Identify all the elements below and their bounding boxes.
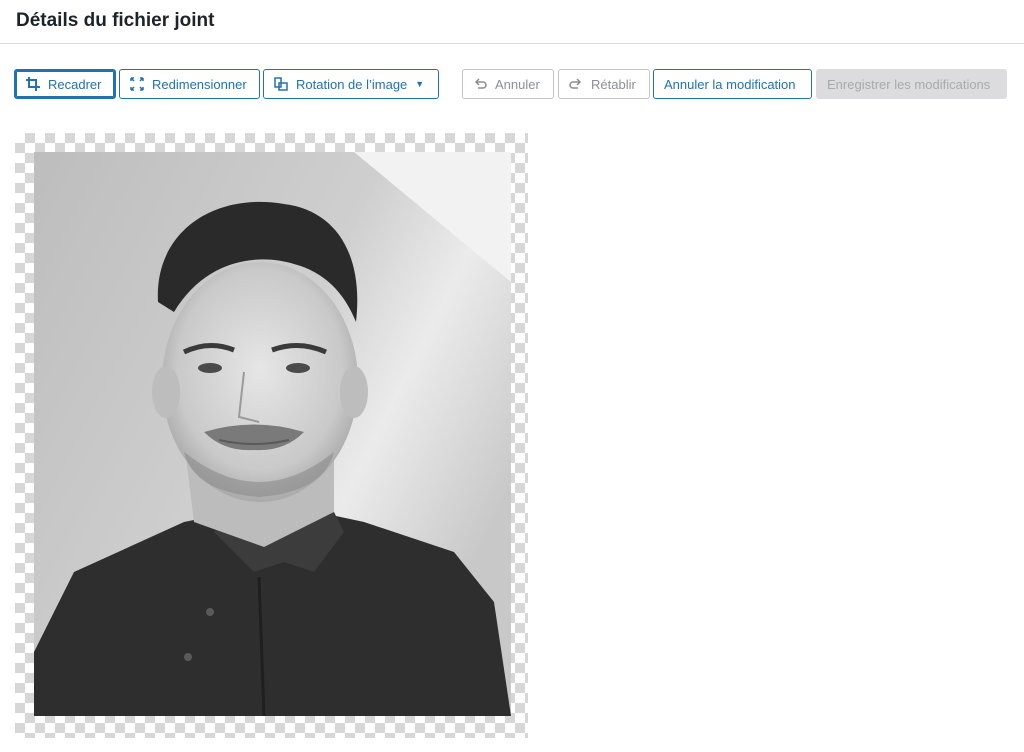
image-canvas[interactable] [15, 133, 528, 738]
page-title: Détails du fichier joint [16, 10, 215, 31]
save-changes-button[interactable]: Enregistrer les modifications [816, 69, 1007, 99]
redo-button[interactable]: Rétablir [558, 69, 650, 99]
resize-button[interactable]: Redimensionner [119, 69, 260, 99]
page-header: Détails du fichier joint [0, 0, 1024, 44]
resize-icon [130, 77, 144, 91]
resize-button-label: Redimensionner [152, 76, 247, 92]
crop-icon [26, 77, 40, 91]
rotate-icon [274, 77, 288, 91]
save-changes-button-label: Enregistrer les modifications [827, 76, 991, 92]
redo-icon [569, 77, 583, 91]
rotate-image-button[interactable]: Rotation de l’image ▼ [263, 69, 439, 99]
redo-button-label: Rétablir [591, 76, 636, 92]
undo-button-label: Annuler [495, 76, 540, 92]
crop-button[interactable]: Recadrer [14, 69, 116, 99]
rotate-button-label: Rotation de l’image [296, 76, 408, 92]
undo-button[interactable]: Annuler [462, 69, 554, 99]
crop-button-label: Recadrer [48, 76, 102, 92]
cancel-edit-button-label: Annuler la modification [664, 76, 796, 92]
portrait-image [34, 152, 511, 716]
image-edit-toolbar: Recadrer Redimensionner Rotation de l’im… [0, 68, 1024, 102]
chevron-down-icon: ▼ [415, 79, 425, 89]
undo-icon [473, 77, 487, 91]
cancel-edit-button[interactable]: Annuler la modification [653, 69, 812, 99]
